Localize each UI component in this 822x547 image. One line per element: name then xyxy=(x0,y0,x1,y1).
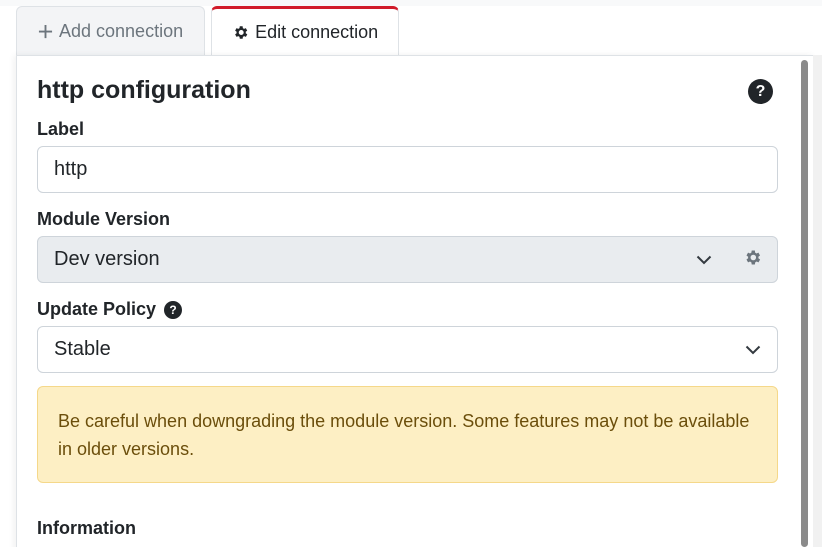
warning-alert: Be careful when downgrading the module v… xyxy=(37,386,778,483)
update-policy-select[interactable]: Stable xyxy=(37,326,778,373)
module-version-select[interactable]: Dev version xyxy=(37,236,729,283)
connection-editor: Add connection Edit connection http conf… xyxy=(0,0,822,547)
update-policy-label: Update Policy ? xyxy=(37,299,183,320)
label-field-label: Label xyxy=(37,119,85,139)
scrollbar-thumb[interactable] xyxy=(801,60,808,547)
chevron-down-icon xyxy=(745,338,761,361)
help-icon[interactable]: ? xyxy=(164,300,183,319)
update-policy-value: Stable xyxy=(54,338,111,360)
section-heading-information: Information xyxy=(37,518,136,538)
chevron-down-icon xyxy=(696,248,712,271)
page-title: http configuration xyxy=(37,76,251,104)
module-version-value: Dev version xyxy=(54,248,160,270)
gear-icon xyxy=(232,24,249,41)
label-input[interactable]: http xyxy=(37,146,778,193)
plus-icon xyxy=(38,24,53,39)
tab-edit-connection[interactable]: Edit connection xyxy=(211,6,400,56)
module-settings-button[interactable] xyxy=(728,236,778,283)
module-version-label: Module Version xyxy=(37,209,171,229)
tab-edit-connection-label: Edit connection xyxy=(255,22,379,42)
scrollbar-track[interactable] xyxy=(813,55,822,547)
help-icon[interactable]: ? xyxy=(748,79,773,104)
tab-add-connection[interactable]: Add connection xyxy=(16,6,206,56)
gear-icon xyxy=(743,248,762,272)
tab-bar: Add connection Edit connection xyxy=(16,6,405,56)
update-policy-label-text: Update Policy xyxy=(37,299,157,319)
tab-add-connection-label: Add connection xyxy=(59,21,184,41)
